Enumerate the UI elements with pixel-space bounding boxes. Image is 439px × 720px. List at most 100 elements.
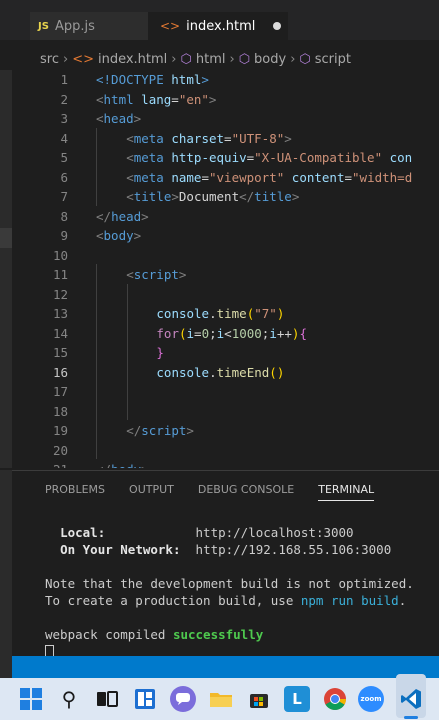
code-token: script bbox=[141, 423, 187, 438]
code-token: html bbox=[103, 91, 134, 107]
line-number: 11 bbox=[52, 267, 68, 282]
code-line[interactable]: 1 <!DOCTYPE html> bbox=[12, 72, 439, 92]
code-token: > bbox=[186, 423, 194, 438]
code-token: <!DOCTYPE bbox=[96, 72, 164, 87]
code-text: <html lang="en"> bbox=[96, 92, 216, 107]
tab-terminal[interactable]: TERMINAL bbox=[318, 483, 375, 501]
breadcrumb-item-script[interactable]: script bbox=[315, 52, 351, 67]
tab-app-js[interactable]: JS App.js bbox=[30, 12, 148, 40]
tab-output[interactable]: OUTPUT bbox=[129, 483, 174, 501]
code-line[interactable]: 3 <head> bbox=[12, 111, 439, 131]
code-line[interactable]: 9 <body> bbox=[12, 228, 439, 248]
code-line[interactable]: 12 bbox=[12, 287, 439, 307]
code-text: </head> bbox=[96, 209, 149, 224]
line-number: 14 bbox=[52, 325, 68, 341]
code-line[interactable]: 14 for(i=0;i<1000;i++){ bbox=[12, 326, 439, 346]
code-token: head bbox=[111, 208, 142, 224]
code-line[interactable]: 11 <script> bbox=[12, 267, 439, 287]
code-token: > bbox=[141, 462, 149, 468]
code-token: ( bbox=[269, 364, 277, 380]
code-token: < bbox=[96, 91, 104, 107]
code-token: body bbox=[111, 462, 141, 468]
code-text: </script> bbox=[126, 423, 194, 438]
line-number: 16 bbox=[52, 364, 68, 380]
code-token: Document bbox=[178, 189, 240, 204]
code-token: html bbox=[171, 72, 202, 87]
code-editor[interactable]: 1 <!DOCTYPE html> 2 <html lang="en"> 3 <head>… bbox=[12, 70, 439, 468]
tab-debug-console[interactable]: DEBUG CONSOLE bbox=[198, 483, 294, 501]
line-number: 12 bbox=[52, 286, 68, 302]
code-text: } bbox=[156, 345, 164, 360]
code-line[interactable]: 4 <meta charset="UTF-8"> bbox=[12, 131, 439, 151]
code-line[interactable]: 5 <meta http-equiv="X-UA-Compatible" con bbox=[12, 150, 439, 170]
symbol-icon: ⬡ bbox=[238, 51, 251, 67]
code-line[interactable]: 20 bbox=[12, 443, 439, 463]
breadcrumb-item-src[interactable]: src bbox=[40, 52, 59, 67]
code-line[interactable]: 17 bbox=[12, 384, 439, 404]
code-token: ) bbox=[276, 364, 285, 380]
code-token: for bbox=[156, 325, 179, 341]
code-token: = bbox=[194, 325, 202, 341]
line-number: 21 bbox=[12, 462, 68, 468]
code-line[interactable]: 7 <title>Document</title> bbox=[12, 189, 439, 209]
code-token: 0 bbox=[201, 325, 210, 341]
code-token: > bbox=[201, 72, 209, 87]
app-l-icon[interactable]: L bbox=[284, 686, 310, 712]
chrome-icon[interactable] bbox=[322, 686, 348, 712]
breadcrumb-item-html[interactable]: html bbox=[196, 52, 226, 67]
line-number: 9 bbox=[60, 228, 68, 243]
code-line[interactable]: 8 </head> bbox=[12, 209, 439, 229]
local-url: http://localhost:3000 bbox=[195, 525, 354, 540]
code-token: > bbox=[178, 267, 187, 282]
line-number: 4 bbox=[60, 130, 68, 146]
task-view-icon[interactable] bbox=[94, 686, 120, 712]
tab-index-html[interactable]: <> index.html bbox=[148, 12, 288, 40]
local-label: Local: bbox=[60, 525, 106, 540]
network-label: On Your Network: bbox=[60, 542, 181, 557]
code-text: console.timeEnd() bbox=[156, 365, 284, 380]
code-line[interactable]: 6 <meta name="viewport" content="width=d bbox=[12, 170, 439, 190]
windows-start-icon[interactable] bbox=[18, 686, 44, 712]
scroll-marker bbox=[0, 228, 12, 248]
code-line[interactable]: 10 bbox=[12, 248, 439, 268]
vscode-icon[interactable] bbox=[398, 686, 424, 712]
terminal-line: To create a production build, use npm ru… bbox=[45, 593, 414, 610]
code-token: } bbox=[156, 345, 164, 360]
code-token: meta bbox=[133, 130, 164, 146]
code-token: < bbox=[126, 189, 134, 204]
code-token: body bbox=[103, 228, 134, 243]
code-line[interactable]: 13 console.time("7") bbox=[12, 306, 439, 326]
tab-label: index.html bbox=[186, 18, 256, 34]
compiled-prefix: webpack compiled bbox=[45, 627, 173, 642]
breadcrumb: src › <> index.html › ⬡ html › ⬡ body › … bbox=[0, 48, 439, 70]
line-number: 13 bbox=[52, 306, 68, 321]
code-line[interactable]: 16 console.timeEnd() bbox=[12, 365, 439, 385]
widgets-icon[interactable] bbox=[132, 686, 158, 712]
zoom-icon[interactable]: zoom bbox=[358, 686, 384, 712]
code-token: http-equiv bbox=[171, 150, 247, 165]
code-text: <script> bbox=[126, 267, 186, 282]
terminal-line: On Your Network: http://192.168.55.106:3… bbox=[45, 542, 414, 559]
code-token: "7" bbox=[254, 306, 277, 321]
code-line[interactable]: 21 </body> bbox=[12, 462, 439, 468]
file-explorer-icon[interactable] bbox=[208, 686, 234, 712]
store-icon[interactable] bbox=[246, 686, 272, 712]
code-token: . bbox=[209, 364, 217, 380]
unsaved-dot-icon[interactable] bbox=[273, 22, 282, 30]
breadcrumb-item-file[interactable]: index.html bbox=[98, 52, 167, 67]
code-line[interactable]: 19 </script> bbox=[12, 423, 439, 443]
breadcrumb-item-body[interactable]: body bbox=[254, 52, 286, 67]
code-token: = bbox=[344, 169, 353, 185]
search-icon[interactable]: ⚲ bbox=[56, 686, 82, 712]
terminal-output[interactable]: Local: http://localhost:3000 On Your Net… bbox=[45, 525, 414, 661]
line-number: 19 bbox=[52, 423, 68, 438]
code-line[interactable]: 15} bbox=[12, 345, 439, 365]
tab-problems[interactable]: PROBLEMS bbox=[45, 483, 105, 501]
code-token: console bbox=[156, 306, 210, 321]
code-line[interactable]: 2 <html lang="en"> bbox=[12, 92, 439, 112]
code-line[interactable]: 18 bbox=[12, 404, 439, 424]
code-token: < bbox=[126, 267, 134, 282]
teams-chat-icon[interactable] bbox=[170, 686, 196, 712]
line-number: 7 bbox=[60, 189, 68, 204]
